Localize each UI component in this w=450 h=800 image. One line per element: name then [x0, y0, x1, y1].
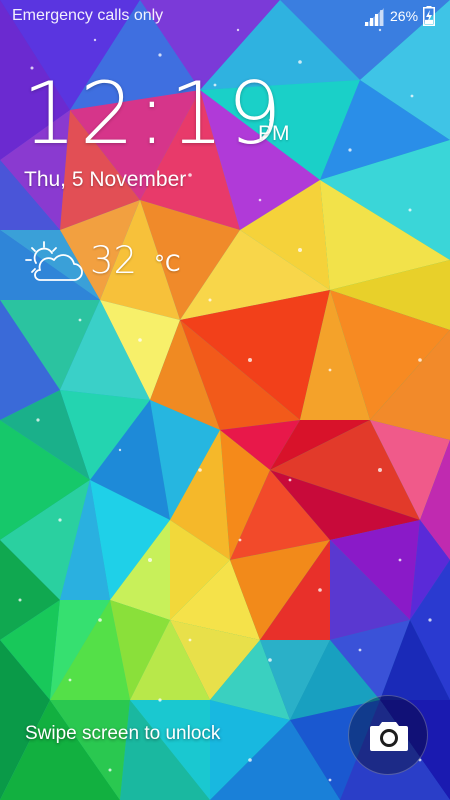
partly-cloudy-icon — [25, 241, 83, 281]
lockscreen-clock: 12:19 PM — [22, 64, 290, 164]
battery-percentage: 26% — [390, 8, 419, 24]
status-bar: Emergency calls only 26% — [0, 0, 450, 34]
weather-unit: °C — [154, 252, 181, 277]
camera-shortcut-button[interactable] — [348, 695, 428, 775]
carrier-status-text: Emergency calls only — [12, 7, 164, 24]
swipe-unlock-hint: Swipe screen to unlock — [25, 723, 221, 744]
clock-ampm: PM — [258, 122, 290, 145]
weather-temperature: 32 — [90, 239, 138, 282]
lockscreen-date: Thu, 5 November — [24, 168, 187, 191]
camera-icon — [370, 722, 408, 751]
battery-charging-icon — [423, 6, 435, 26]
signal-bars-icon — [364, 8, 384, 26]
clock-time: 12:19 — [22, 64, 285, 164]
